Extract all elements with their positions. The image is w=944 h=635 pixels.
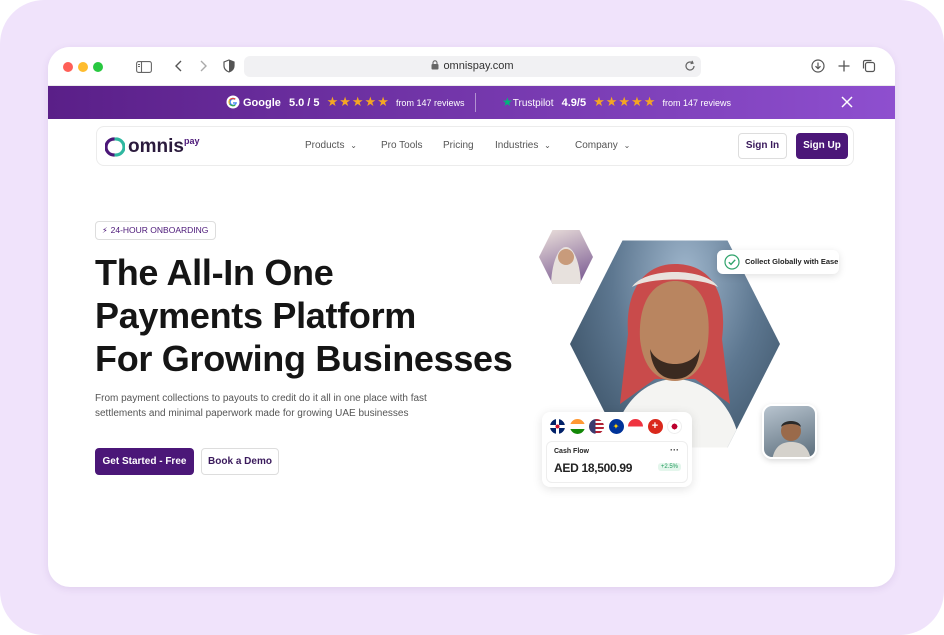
nav-industries-label: Industries <box>495 140 539 151</box>
cash-flow-inner: Cash Flow ··· AED 18,500.99 +2.5% <box>546 441 688 483</box>
google-review-count: from 147 reviews <box>395 98 465 108</box>
lightning-icon: ⚡︎ <box>102 226 108 235</box>
maximize-window-button[interactable] <box>93 62 103 72</box>
trustpilot-label: Trustpilot <box>512 98 554 109</box>
currency-flags: ✦ + <box>550 419 687 437</box>
cash-flow-change-badge: +2.5% <box>657 463 681 471</box>
chevron-down-icon: ⌄ <box>544 141 551 150</box>
forward-arrow-icon[interactable] <box>198 59 208 75</box>
url-text: omnispay.com <box>443 60 514 72</box>
nav-products-label: Products <box>305 140 345 151</box>
collect-globally-label: Collect Globally with Ease <box>745 257 839 266</box>
nav-industries[interactable]: Industries ⌄ <box>495 140 551 152</box>
sign-in-button[interactable]: Sign In <box>738 133 787 159</box>
google-rating: Google 5.0 / 5 ★★★★★ from 147 reviews <box>226 94 464 114</box>
address-bar[interactable]: omnispay.com <box>244 56 701 77</box>
eu-flag-icon: ✦ <box>608 419 624 434</box>
check-circle-icon <box>724 254 740 275</box>
trustpilot-score: 4.9/5 <box>561 97 587 109</box>
switzerland-flag-icon: + <box>647 419 663 434</box>
hero-title-line-1: The All-In One <box>95 252 334 293</box>
reload-icon[interactable] <box>684 60 696 75</box>
banner-divider <box>475 93 476 112</box>
nav-company[interactable]: Company ⌄ <box>575 140 630 152</box>
browser-window: omnispay.com Google 5.0 / 5 ★★★★★ from 1… <box>48 47 895 587</box>
hero-subtitle-line-2: settlements and minimal paperwork made f… <box>95 408 409 419</box>
cash-flow-label: Cash Flow <box>554 448 590 455</box>
get-started-button[interactable]: Get Started - Free <box>95 448 194 475</box>
cash-flow-amount: AED 18,500.99 <box>554 461 633 475</box>
google-logo-icon <box>226 95 240 114</box>
trustpilot-rating: ★Trustpilot 4.9/5 ★★★★★ from 147 reviews <box>502 94 731 112</box>
japan-flag-icon <box>667 419 682 434</box>
collect-globally-card: Collect Globally with Ease <box>717 250 839 274</box>
download-icon[interactable] <box>811 59 825 75</box>
badge-text: 24-HOUR ONBOARDING <box>110 225 209 235</box>
tabs-overview-icon[interactable] <box>862 59 876 75</box>
trustpilot-star-icon: ★ <box>502 95 513 109</box>
sign-up-button[interactable]: Sign Up <box>796 133 848 159</box>
nav-pricing-label: Pricing <box>443 140 474 151</box>
new-tab-icon[interactable] <box>837 59 851 75</box>
nav-pricing[interactable]: Pricing <box>443 140 474 152</box>
back-arrow-icon[interactable] <box>174 59 184 75</box>
trustpilot-review-count: from 147 reviews <box>662 98 731 108</box>
google-score: 5.0 / 5 <box>288 97 320 109</box>
avatar-man-image <box>762 404 817 459</box>
uk-flag-icon <box>550 419 565 434</box>
omnispay-logo-icon <box>104 136 126 163</box>
lock-icon <box>431 57 439 78</box>
avatar-woman-image <box>539 230 593 284</box>
close-window-button[interactable] <box>63 62 73 72</box>
hero-title-line-3: For Growing Businesses <box>95 338 513 379</box>
site-navbar: omnispay Products ⌄ Pro Tools Pricing In… <box>96 126 854 166</box>
logo-wordmark: omnis <box>128 136 184 157</box>
hero-title: The All-In One Payments Platform For Gro… <box>95 251 525 380</box>
india-flag-icon <box>569 419 585 434</box>
browser-toolbar: omnispay.com <box>48 47 895 86</box>
logo-superscript: pay <box>183 136 200 146</box>
minimize-window-button[interactable] <box>78 62 88 72</box>
close-banner-icon[interactable] <box>841 96 853 110</box>
usa-flag-icon <box>589 419 604 434</box>
sidebar-toggle-icon[interactable] <box>136 61 152 75</box>
omnispay-logo[interactable]: omnispay <box>104 136 200 158</box>
hero-subtitle: From payment collections to payouts to c… <box>95 391 445 421</box>
nav-pro-tools-label: Pro Tools <box>381 140 423 151</box>
hero-title-line-2: Payments Platform <box>95 295 417 336</box>
google-label: Google <box>243 97 281 109</box>
singapore-flag-icon <box>628 419 643 434</box>
hero-subtitle-line-1: From payment collections to payouts to c… <box>95 393 427 404</box>
book-demo-button[interactable]: Book a Demo <box>201 448 279 475</box>
chevron-down-icon: ⌄ <box>623 141 631 150</box>
nav-pro-tools[interactable]: Pro Tools <box>381 140 423 152</box>
trustpilot-stars-icon: ★★★★★ <box>593 94 657 109</box>
chevron-down-icon: ⌄ <box>350 141 357 150</box>
google-stars-icon: ★★★★★ <box>326 94 390 109</box>
ratings-banner: Google 5.0 / 5 ★★★★★ from 147 reviews ★T… <box>48 86 895 119</box>
cash-flow-card: ✦ + Cash Flow ··· AED 18,500.99 +2.5% <box>542 412 692 487</box>
cash-flow-menu-icon[interactable]: ··· <box>670 445 679 455</box>
onboarding-badge: ⚡︎ 24-HOUR ONBOARDING <box>95 221 217 240</box>
nav-products[interactable]: Products ⌄ <box>305 140 357 152</box>
shield-icon[interactable] <box>223 59 235 75</box>
nav-company-label: Company <box>575 140 618 151</box>
